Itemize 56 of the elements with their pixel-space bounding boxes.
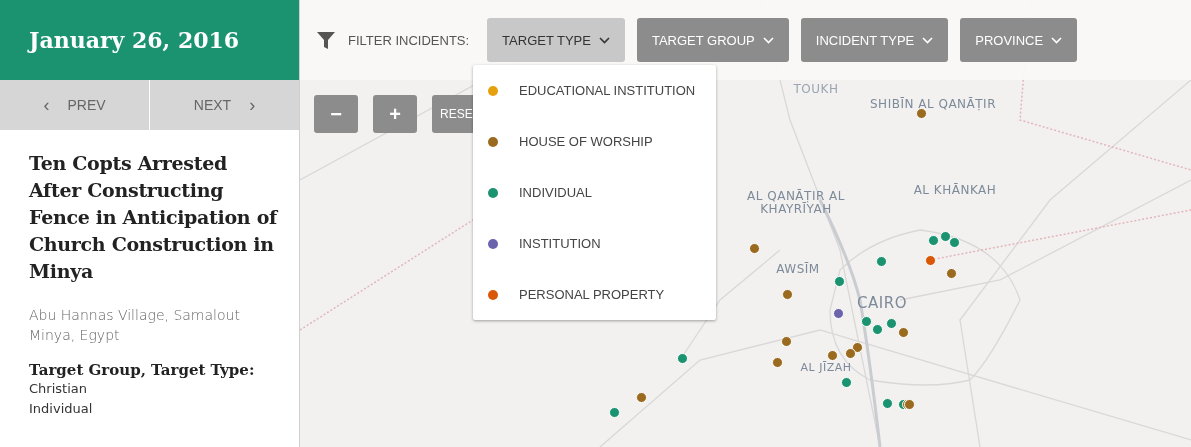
map-marker[interactable]: [927, 234, 939, 246]
place-label: AL KHĀNKAH: [913, 184, 997, 197]
chevron-down-icon: [598, 36, 610, 44]
map-marker[interactable]: [676, 352, 688, 364]
place-label: TOUKH: [793, 83, 839, 96]
map-marker[interactable]: [875, 255, 887, 267]
filter-dropdown-button[interactable]: TARGET GROUP: [636, 18, 789, 62]
place-label: CAIRO: [857, 297, 907, 310]
chevron-right-icon: ›: [249, 94, 256, 116]
map-marker[interactable]: [945, 267, 957, 279]
chevron-down-icon: [1051, 36, 1063, 44]
map-marker[interactable]: [924, 254, 936, 266]
detail-value: Christian: [29, 380, 88, 398]
place-label: AL QANĀṬIR AL KHAYRĪYAH: [746, 190, 846, 216]
place-label: AWSĪM: [776, 263, 820, 276]
chevron-left-icon: ‹: [43, 94, 50, 116]
map-marker[interactable]: [844, 347, 856, 359]
detail-value: Individual: [29, 400, 94, 418]
chevron-down-icon: [762, 36, 774, 44]
map-marker[interactable]: [860, 315, 872, 327]
map-marker[interactable]: [826, 349, 838, 361]
filter-dropdown-button[interactable]: INCIDENT TYPE: [800, 18, 949, 62]
chevron-down-icon: [922, 36, 934, 44]
incident-date: January 26, 2016: [29, 27, 240, 53]
details-heading: Target Group, Target Type:: [29, 361, 256, 379]
map-marker[interactable]: [939, 230, 951, 242]
map-marker[interactable]: [780, 335, 792, 347]
dropdown-option[interactable]: PERSONAL PROPERTY: [473, 269, 716, 320]
map-marker[interactable]: [897, 326, 909, 338]
map-marker[interactable]: [871, 323, 883, 335]
zoom-in-button[interactable]: +: [373, 95, 417, 133]
filter-icon: [316, 30, 336, 50]
map-marker[interactable]: [608, 406, 620, 418]
map-marker[interactable]: [833, 275, 845, 287]
map-marker[interactable]: [832, 307, 844, 319]
dropdown-option[interactable]: INSTITUTION: [473, 218, 716, 269]
map-marker[interactable]: [771, 356, 783, 368]
map-marker[interactable]: [748, 242, 760, 254]
filter-dropdown-button[interactable]: PROVINCE: [960, 18, 1078, 62]
map-marker[interactable]: [948, 236, 960, 248]
map-marker[interactable]: [881, 397, 893, 409]
map-marker[interactable]: [903, 398, 915, 410]
map-marker[interactable]: [635, 391, 647, 403]
zoom-out-button[interactable]: −: [314, 95, 358, 133]
map-marker[interactable]: [915, 107, 927, 119]
place-label: SHIBĪN AL QANĀṬIR: [869, 98, 997, 111]
map-marker[interactable]: [885, 317, 897, 329]
dropdown-option[interactable]: INDIVIDUAL: [473, 167, 716, 218]
filter-label: FILTER INCIDENTS:: [348, 32, 470, 48]
filter-dropdown-button[interactable]: TARGET TYPE: [487, 18, 625, 62]
location-text: Abu Hannas Village, Samalout: [29, 306, 241, 325]
map-marker[interactable]: [840, 376, 852, 388]
location-text: Minya, Egypt: [29, 326, 121, 345]
place-label: AL JĪZAH: [800, 361, 852, 374]
incident-title: Ten Copts Arrested After Constructing Fence in Anticipation of Church Construction in Minya: [29, 151, 279, 284]
map-marker[interactable]: [781, 288, 793, 300]
